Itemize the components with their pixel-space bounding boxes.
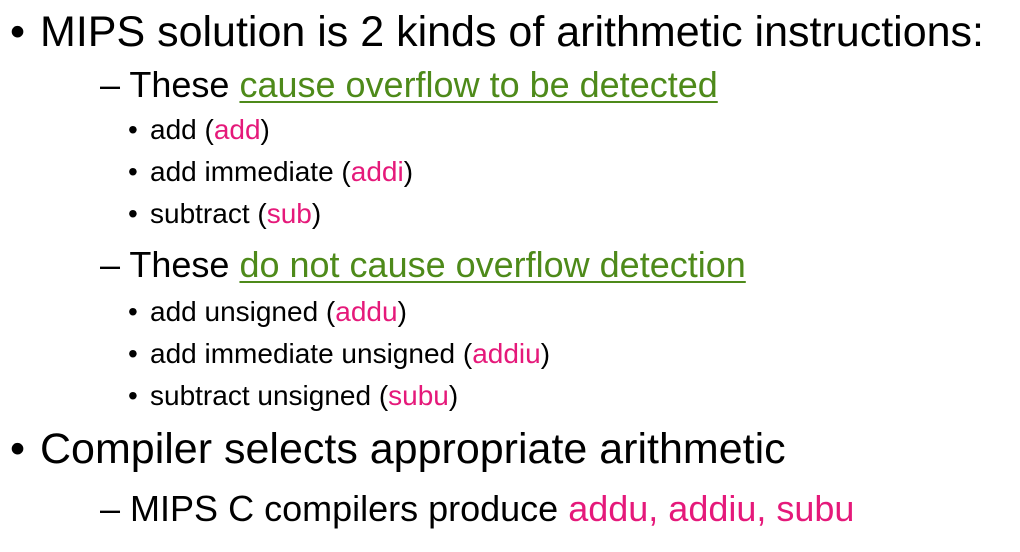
instr-addi: • add immediate (addi) bbox=[128, 156, 414, 188]
sub-item-overflow-detected: – These cause overflow to be detected bbox=[100, 64, 718, 106]
item-text: add ( bbox=[150, 114, 214, 145]
item-text: subtract unsigned ( bbox=[150, 380, 389, 411]
mnemonic: addiu bbox=[472, 338, 541, 369]
bullet-dot-icon: • bbox=[10, 8, 26, 56]
dash-bullet: – bbox=[100, 488, 121, 529]
bullet-dot-icon: • bbox=[128, 380, 138, 411]
instr-add: • add (add) bbox=[128, 114, 270, 146]
mnemonic-list: addu, addiu, subu bbox=[568, 488, 855, 529]
instr-sub: • subtract (sub) bbox=[128, 198, 322, 230]
instr-addiu: • add immediate unsigned (addiu) bbox=[128, 338, 551, 370]
item-text: add immediate unsigned ( bbox=[150, 338, 473, 369]
mnemonic: subu bbox=[388, 380, 449, 411]
item-text: MIPS C compilers produce bbox=[130, 488, 569, 529]
item-tail: ) bbox=[311, 198, 322, 229]
highlight-text: cause overflow to be detected bbox=[239, 64, 718, 105]
highlight-text: do not cause overflow detection bbox=[239, 244, 746, 285]
item-tail: ) bbox=[403, 156, 414, 187]
bullet-dot-icon: • bbox=[128, 198, 138, 229]
bullet-dot-icon: • bbox=[10, 425, 26, 473]
bullet-dot-icon: • bbox=[128, 114, 138, 145]
slide: { "items": [ {"level":1, "bullet":"•", "… bbox=[0, 0, 1020, 552]
bullet-dot-icon: • bbox=[128, 156, 138, 187]
item-text: These bbox=[129, 64, 240, 105]
item-tail: ) bbox=[397, 296, 407, 327]
item-text: These bbox=[129, 244, 240, 285]
item-tail: ) bbox=[260, 114, 270, 145]
item-text: add unsigned ( bbox=[150, 296, 336, 327]
item-text: Compiler selects appropriate arithmetic bbox=[40, 425, 786, 473]
bullet-main-2: • Compiler selects appropriate arithmetic bbox=[10, 425, 786, 474]
instr-addu: • add unsigned (addu) bbox=[128, 296, 407, 328]
item-text: subtract ( bbox=[150, 198, 267, 229]
dash-bullet: – bbox=[100, 64, 121, 105]
item-text: add immediate ( bbox=[150, 156, 351, 187]
bullet-dot-icon: • bbox=[128, 338, 138, 369]
mnemonic: addi bbox=[350, 156, 404, 187]
item-tail: ) bbox=[540, 338, 551, 369]
sub-item-compilers: – MIPS C compilers produce addu, addiu, … bbox=[100, 488, 854, 530]
mnemonic: addu bbox=[335, 296, 398, 327]
bullet-main-1: • MIPS solution is 2 kinds of arithmetic … bbox=[10, 8, 984, 57]
mnemonic: add bbox=[213, 114, 261, 145]
dash-bullet: – bbox=[100, 244, 121, 285]
bullet-dot-icon: • bbox=[128, 296, 138, 327]
item-text: MIPS solution is 2 kinds of arithmetic i… bbox=[40, 8, 984, 56]
item-tail: ) bbox=[448, 380, 459, 411]
instr-subu: • subtract unsigned (subu) bbox=[128, 380, 459, 412]
sub-item-no-overflow: – These do not cause overflow detection bbox=[100, 244, 746, 286]
mnemonic: sub bbox=[266, 198, 312, 229]
